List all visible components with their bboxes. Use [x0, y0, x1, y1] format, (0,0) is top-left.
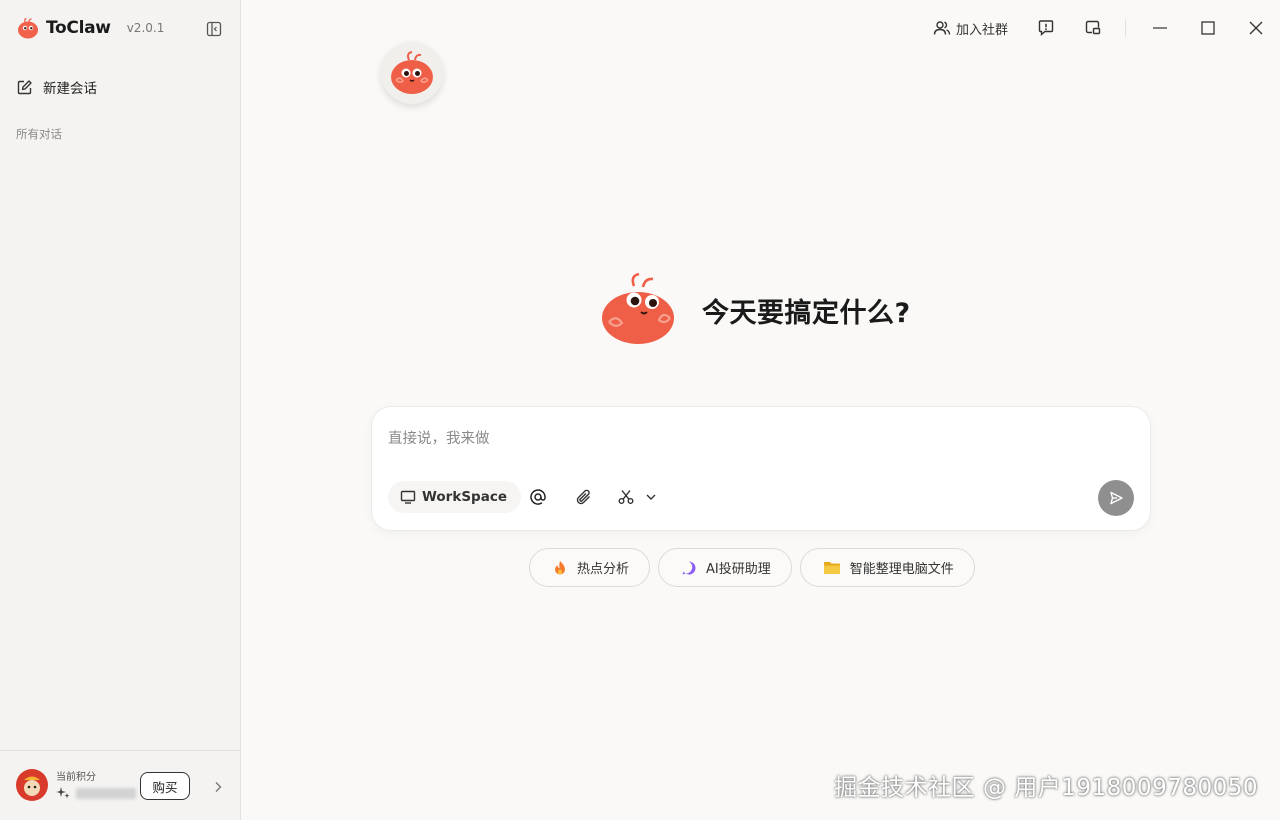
feedback-icon[interactable] [1032, 14, 1060, 42]
composer: WorkSpace [371, 406, 1151, 531]
buy-button[interactable]: 购买 [140, 772, 190, 800]
new-chat-label: 新建会话 [43, 81, 97, 97]
collapse-sidebar-icon[interactable] [205, 20, 223, 38]
suggestion-label: 热点分析 [577, 562, 630, 577]
join-community-label: 加入社群 [955, 22, 1008, 38]
all-conversations-title: 所有对话 [16, 127, 62, 141]
monitor-icon [400, 490, 416, 504]
suggestion-chips: 热点分析 AI投研助理 智能整理电脑文件 [529, 548, 983, 587]
app-name: ToClaw [46, 18, 111, 38]
app-version: v2.0.1 [126, 21, 165, 35]
brand: ToClaw v2.0.1 [16, 14, 164, 42]
points-value [56, 786, 136, 800]
page-title: 今天要搞定什么? [702, 297, 911, 329]
avatar[interactable] [16, 769, 48, 801]
send-icon [1110, 491, 1123, 505]
close-icon[interactable] [1232, 14, 1280, 42]
main-area: 加入社群 今天要搞定什么? 直接说，我来做 WorkSpace 热点分析 AI投… [241, 0, 1280, 820]
points-hidden [76, 787, 136, 799]
agent-avatar[interactable] [381, 42, 443, 104]
chevron-right-icon[interactable] [212, 779, 224, 793]
toclaw-logo-icon [18, 17, 38, 39]
mascot-icon [391, 51, 433, 94]
mini-window-icon[interactable] [1079, 14, 1107, 42]
account-panel: 当前积分 购买 [0, 750, 240, 820]
join-community-button[interactable]: 加入社群 [927, 14, 1014, 42]
suggestion-ai-research[interactable]: AI投研助理 [658, 548, 792, 587]
new-chat-button[interactable]: 新建会话 [16, 76, 97, 98]
chevron-down-icon[interactable] [640, 486, 662, 508]
workspace-label: WorkSpace [422, 489, 507, 505]
edit-icon [17, 79, 32, 94]
points-label: 当前积分 [56, 772, 96, 783]
mention-icon[interactable] [527, 486, 549, 508]
sparkle-icon [56, 787, 70, 799]
sidebar: ToClaw v2.0.1 新建会话 所有对话 当前积分 购买 [0, 0, 241, 820]
suggestion-hot-analysis[interactable]: 热点分析 [529, 548, 651, 587]
folder-icon [823, 561, 840, 574]
scissors-icon[interactable] [615, 486, 637, 508]
fire-icon [555, 560, 565, 574]
users-icon [933, 21, 951, 35]
send-button[interactable] [1098, 480, 1134, 516]
workspace-button[interactable]: WorkSpace [388, 481, 521, 513]
minimize-icon[interactable] [1136, 14, 1184, 42]
watermark: 掘金技术社区 @ 用户1918009780050 [834, 775, 1258, 801]
top-bar: 加入社群 [927, 14, 1280, 42]
attach-icon[interactable] [573, 486, 595, 508]
maximize-icon[interactable] [1184, 14, 1232, 42]
prompt-input[interactable] [388, 427, 1068, 451]
suggestion-label: AI投研助理 [706, 562, 771, 577]
sparkle-chat-icon [682, 561, 696, 574]
hero: 今天要搞定什么? [600, 272, 911, 348]
suggestion-label: 智能整理电脑文件 [849, 562, 954, 577]
divider [1125, 19, 1126, 37]
mascot-icon [602, 272, 674, 344]
suggestion-organize-files[interactable]: 智能整理电脑文件 [799, 548, 975, 587]
